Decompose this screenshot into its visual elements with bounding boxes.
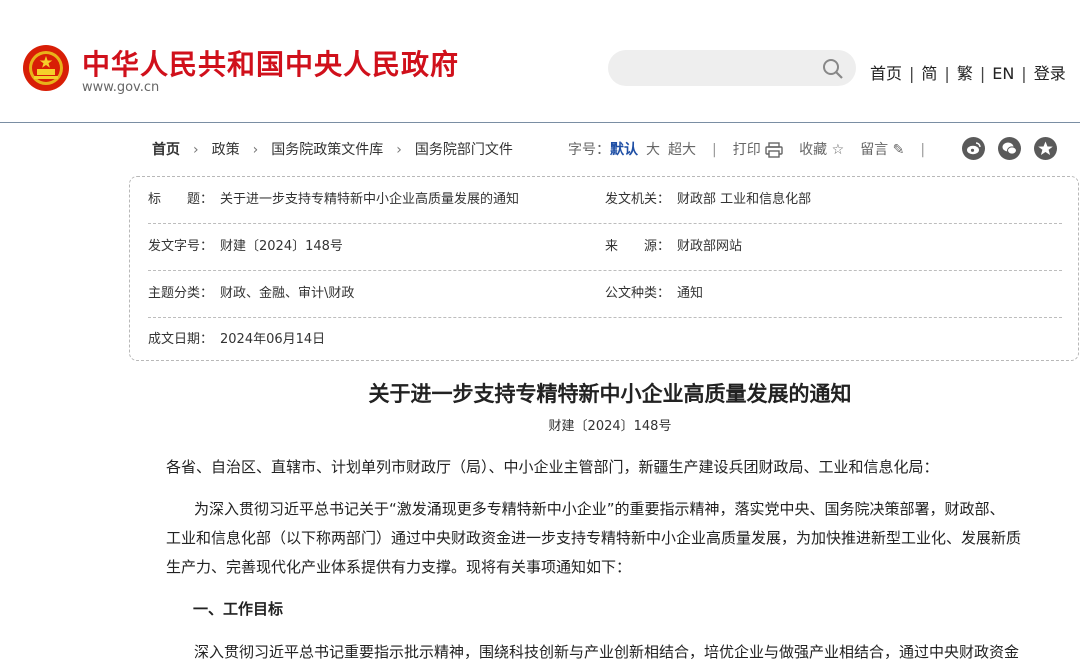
paragraph-line: 生产力、完善现代化产业体系提供有力支撑。现将有关事项通知如下： xyxy=(166,558,632,576)
title-value: 关于进一步支持专精特新中小企业高质量发展的通知 xyxy=(220,192,520,207)
source-value: 财政部网站 xyxy=(677,239,743,254)
document-title: 关于进一步支持专精特新中小企业高质量发展的通知 xyxy=(368,381,852,406)
info-row: 标 题： 关于进一步支持专精特新中小企业高质量发展的通知 发文机关： 财政部 工… xyxy=(148,177,1062,224)
section-heading: 一、工作目标 xyxy=(193,600,284,618)
date-label: 成文日期： xyxy=(148,332,214,347)
search-icon[interactable] xyxy=(822,58,844,80)
chevron-right-icon: › xyxy=(252,142,259,158)
font-size-xlarge[interactable]: 超大 xyxy=(668,142,696,158)
weibo-share-button[interactable] xyxy=(962,137,985,160)
document-number: 财建〔2024〕148号 xyxy=(548,419,672,434)
paragraph-line: 工业和信息化部（以下称两部门）通过中央财政资金进一步支持专精特新中小企业高质量发… xyxy=(166,529,1022,547)
paragraph-line: 深入贯彻习近平总书记重要指示批示精神，围绕科技创新与产业创新相结合，培优企业与做… xyxy=(194,643,1020,661)
date-value: 2024年06月14日 xyxy=(220,332,326,347)
info-row: 发文字号： 财建〔2024〕148号 来 源： 财政部网站 xyxy=(148,224,1062,271)
divider: | xyxy=(920,142,926,158)
header-divider xyxy=(0,122,1080,123)
search-box[interactable] xyxy=(608,50,856,86)
top-nav: 首页 | 简 | 繁 | EN | 登录 xyxy=(870,60,1066,84)
breadcrumb: 首页 › 政策 › 国务院政策文件库 › 国务院部门文件 xyxy=(152,139,513,159)
national-emblem-icon[interactable] xyxy=(22,44,70,92)
wechat-share-button[interactable] xyxy=(998,137,1021,160)
source-label: 来 源： xyxy=(605,239,671,254)
nav-english[interactable]: EN xyxy=(992,64,1014,83)
nav-traditional[interactable]: 繁 xyxy=(957,60,973,84)
docno-value: 财建〔2024〕148号 xyxy=(220,239,343,254)
info-row: 主题分类： 财政、金融、审计\财政 公文种类： 通知 xyxy=(148,271,1062,318)
topic-value: 财政、金融、审计\财政 xyxy=(220,286,355,301)
recipients-text: 各省、自治区、直辖市、计划单列市财政厅（局）、中小企业主管部门，新疆生产建设兵团… xyxy=(166,458,939,476)
print-button[interactable]: 打印 xyxy=(733,142,783,158)
info-row: 成文日期： 2024年06月14日 xyxy=(148,317,1062,363)
printer-icon xyxy=(765,142,783,158)
docno-label: 发文字号： xyxy=(148,239,214,254)
print-label: 打印 xyxy=(732,142,761,158)
chevron-right-icon: › xyxy=(396,142,402,158)
divider: | xyxy=(909,64,915,83)
star-share-button[interactable] xyxy=(1034,137,1057,160)
favorite-label: 收藏 xyxy=(799,142,828,158)
paragraph-line: 为深入贯彻习近平总书记关于“激发涌现更多专精特新中小企业”的重要指示精神，落实党… xyxy=(194,500,1005,518)
breadcrumb-policy[interactable]: 政策 xyxy=(212,142,240,158)
breadcrumb-policy-library[interactable]: 国务院政策文件库 xyxy=(271,142,383,158)
site-url[interactable]: www.gov.cn xyxy=(82,80,159,95)
title-label: 标 题： xyxy=(148,192,214,207)
font-size-label: 字号： xyxy=(568,142,610,158)
breadcrumb-dept-docs[interactable]: 国务院部门文件 xyxy=(415,142,513,158)
divider: | xyxy=(979,64,986,83)
favorite-button[interactable]: 收藏 ☆ xyxy=(799,142,844,158)
pencil-icon: ✎ xyxy=(892,142,905,158)
wechat-icon xyxy=(1002,142,1017,155)
nav-simplified[interactable]: 简 xyxy=(921,60,937,84)
topic-label: 主题分类： xyxy=(148,286,214,301)
article-toolbar: 字号：默认大超大 | 打印 收藏 ☆ 留言 ✎ | xyxy=(568,139,941,159)
site-header: 中华人民共和国中央人民政府 www.gov.cn 首页 | 简 | 繁 | EN | 登录 xyxy=(0,0,1080,122)
document-info-box: 标 题： 关于进一步支持专精特新中小企业高质量发展的通知 发文机关： 财政部 工… xyxy=(129,176,1079,361)
divider: | xyxy=(944,64,950,83)
issuer-value: 财政部 工业和信息化部 xyxy=(677,192,812,207)
nav-login[interactable]: 登录 xyxy=(1034,60,1066,84)
divider: | xyxy=(1021,64,1027,83)
weibo-icon xyxy=(967,142,981,155)
star-icon xyxy=(1038,141,1053,155)
comment-label: 留言 xyxy=(860,142,889,158)
type-label: 公文种类： xyxy=(605,286,671,301)
type-value: 通知 xyxy=(677,286,704,301)
issuer-label: 发文机关： xyxy=(605,192,671,207)
star-outline-icon: ☆ xyxy=(831,142,845,158)
divider: | xyxy=(712,142,717,158)
site-title[interactable]: 中华人民共和国中央人民政府 xyxy=(82,43,459,83)
nav-home[interactable]: 首页 xyxy=(870,60,902,84)
comment-button[interactable]: 留言 ✎ xyxy=(860,142,904,158)
chevron-right-icon: › xyxy=(193,142,199,158)
font-size-default[interactable]: 默认 xyxy=(610,142,638,158)
font-size-large[interactable]: 大 xyxy=(646,142,660,158)
breadcrumb-home[interactable]: 首页 xyxy=(152,142,180,158)
